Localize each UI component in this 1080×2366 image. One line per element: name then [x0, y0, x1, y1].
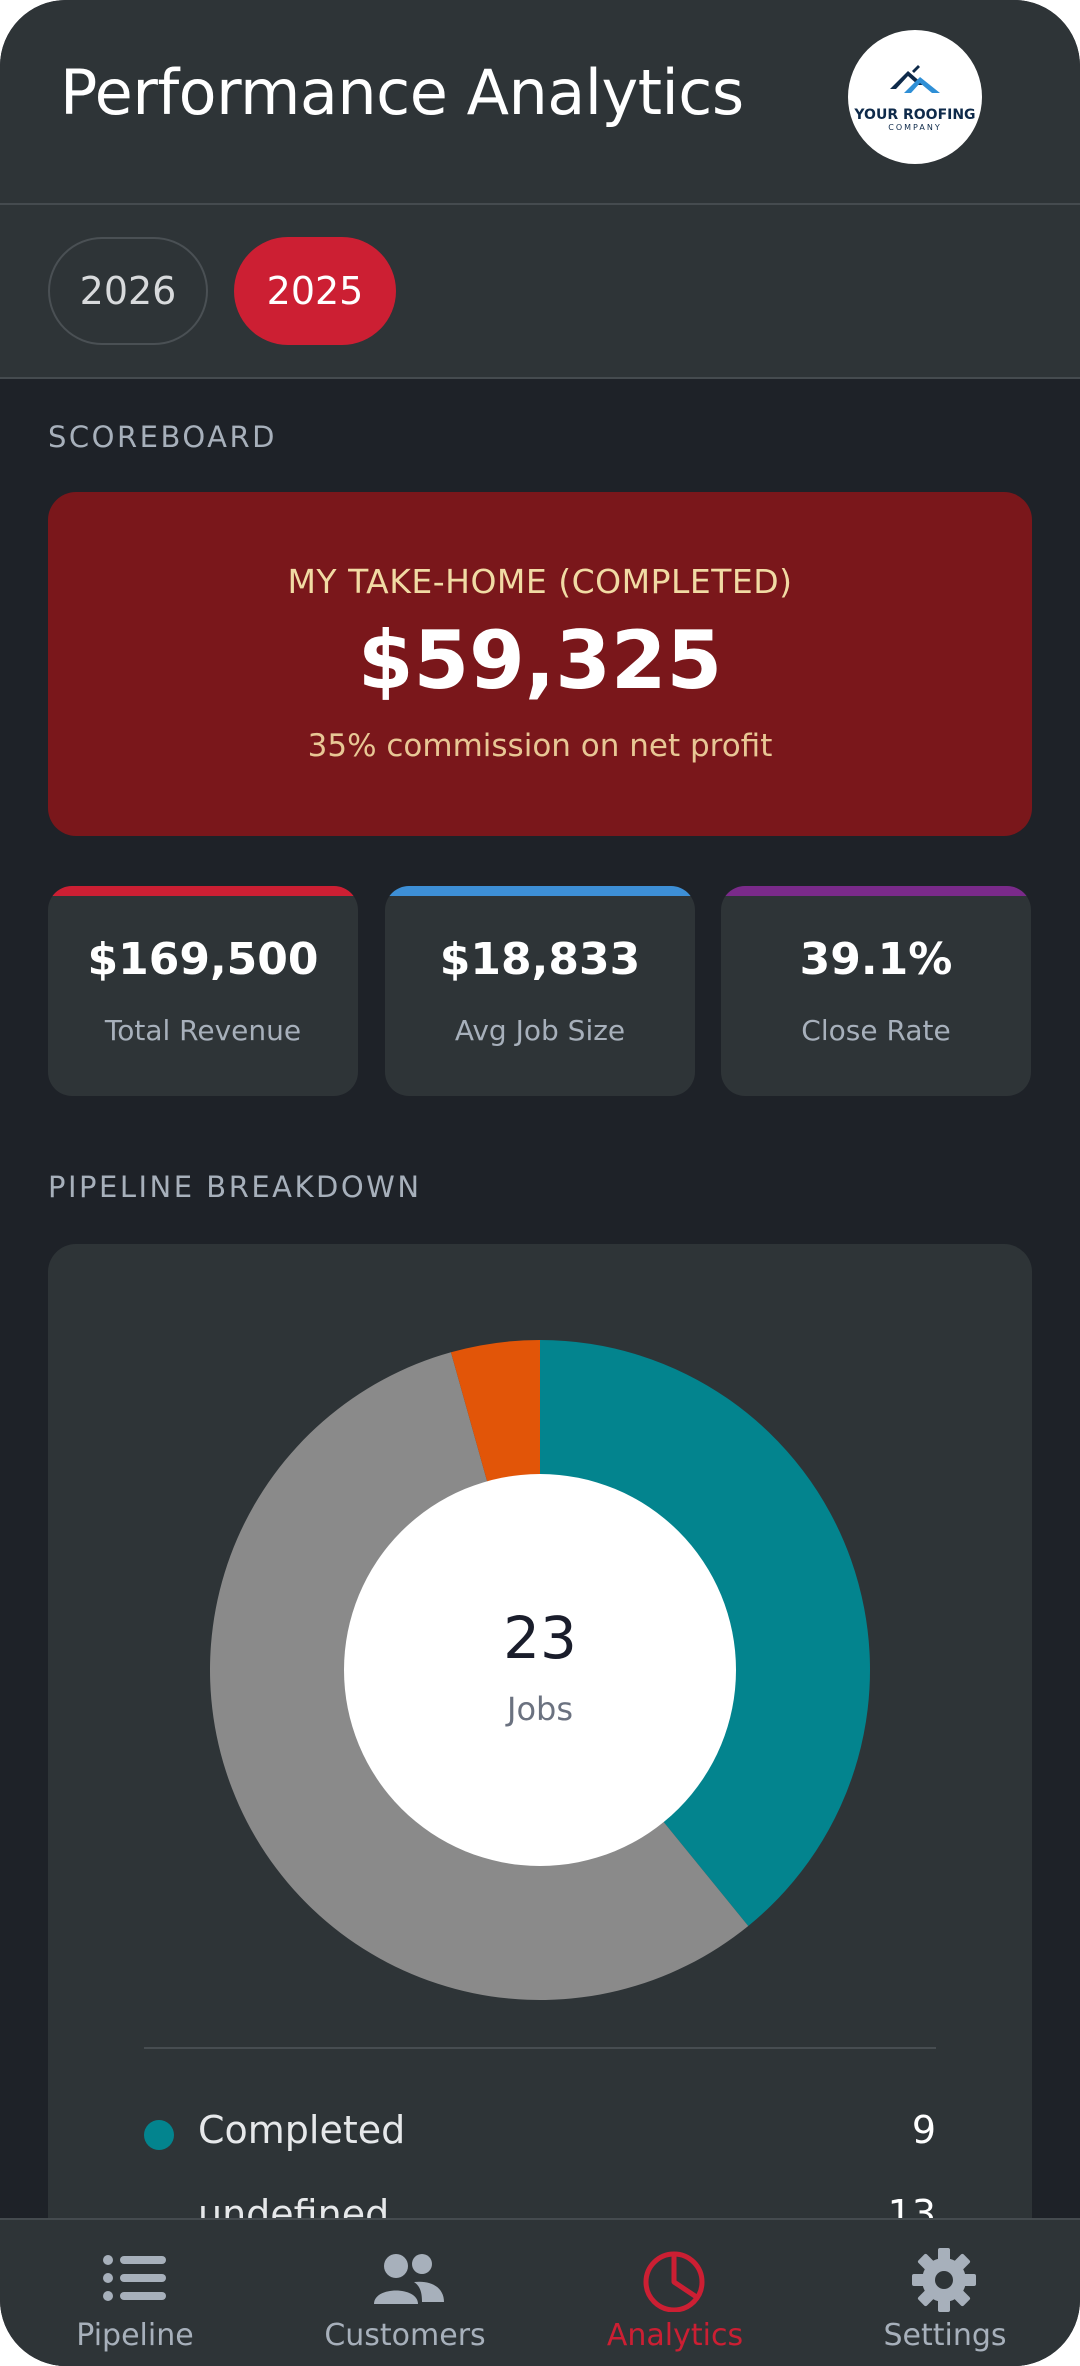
nav-label: Settings [883, 2318, 1007, 2353]
stat-accent-bar [721, 886, 1031, 896]
pipeline-heading: PIPELINE BREAKDOWN [48, 1170, 422, 1204]
stat-card-avg-job-size: $18,833 Avg Job Size [385, 886, 695, 1096]
pipeline-card: 23 Jobs Completed 9 undefined 13 [48, 1244, 1032, 2366]
bottom-nav: Pipeline Customers Analytics Settings [0, 2218, 1080, 2366]
stat-label: Avg Job Size [454, 1014, 626, 1047]
stat-accent-bar [48, 886, 358, 896]
nav-item-customers[interactable]: Customers [270, 2220, 540, 2366]
year-selector: 2026 2025 [0, 205, 1080, 379]
stat-label: Total Revenue [104, 1014, 302, 1047]
stat-card-total-revenue: $169,500 Total Revenue [48, 886, 358, 1096]
legend-count: 9 [911, 2108, 936, 2152]
logo-text: YOUR ROOFING [854, 106, 976, 123]
roof-logo-icon [890, 64, 940, 93]
donut-total-label: Jobs [505, 1690, 573, 1728]
nav-item-settings[interactable]: Settings [810, 2220, 1080, 2366]
pipeline-donut-chart: 23 Jobs [210, 1340, 870, 2000]
legend-item: Completed 9 [144, 2102, 936, 2162]
stat-label: Close Rate [801, 1014, 951, 1047]
app-header: Performance Analytics YOUR ROOFING COMPA… [0, 0, 1080, 205]
stat-value: $18,833 [439, 934, 641, 985]
stat-accent-bar [385, 886, 695, 896]
nav-label: Pipeline [76, 2318, 194, 2353]
pie-chart-icon [643, 2251, 705, 2312]
year-tab-2025[interactable]: 2025 [234, 237, 396, 345]
users-icon [374, 2254, 444, 2304]
take-home-card: MY TAKE-HOME (COMPLETED) $59,325 35% com… [48, 492, 1032, 836]
app-screen: Performance Analytics YOUR ROOFING COMPA… [0, 0, 1080, 2366]
page-title: Performance Analytics [60, 56, 744, 129]
stat-value: $169,500 [87, 934, 319, 985]
nav-item-analytics[interactable]: Analytics [540, 2220, 810, 2366]
scoreboard-heading: SCOREBOARD [48, 420, 277, 454]
nav-label: Customers [324, 2318, 486, 2353]
stat-value: 39.1% [799, 934, 953, 985]
stat-card-close-rate: 39.1% Close Rate [721, 886, 1031, 1096]
take-home-note: 35% commission on net profit [307, 728, 773, 764]
year-tab-2026[interactable]: 2026 [48, 237, 208, 345]
nav-label: Analytics [606, 2318, 744, 2353]
legend-divider [144, 2047, 936, 2049]
legend-label: Completed [198, 2108, 406, 2152]
take-home-value: $59,325 [357, 614, 723, 707]
take-home-label: MY TAKE-HOME (COMPLETED) [287, 562, 793, 601]
list-icon [103, 2255, 166, 2301]
donut-total: 23 [503, 1604, 577, 1672]
logo-subtext: COMPANY [888, 122, 942, 132]
gear-icon [912, 2248, 976, 2312]
company-logo: YOUR ROOFING COMPANY [848, 30, 982, 164]
nav-item-pipeline[interactable]: Pipeline [0, 2220, 270, 2366]
legend-swatch [144, 2120, 174, 2150]
